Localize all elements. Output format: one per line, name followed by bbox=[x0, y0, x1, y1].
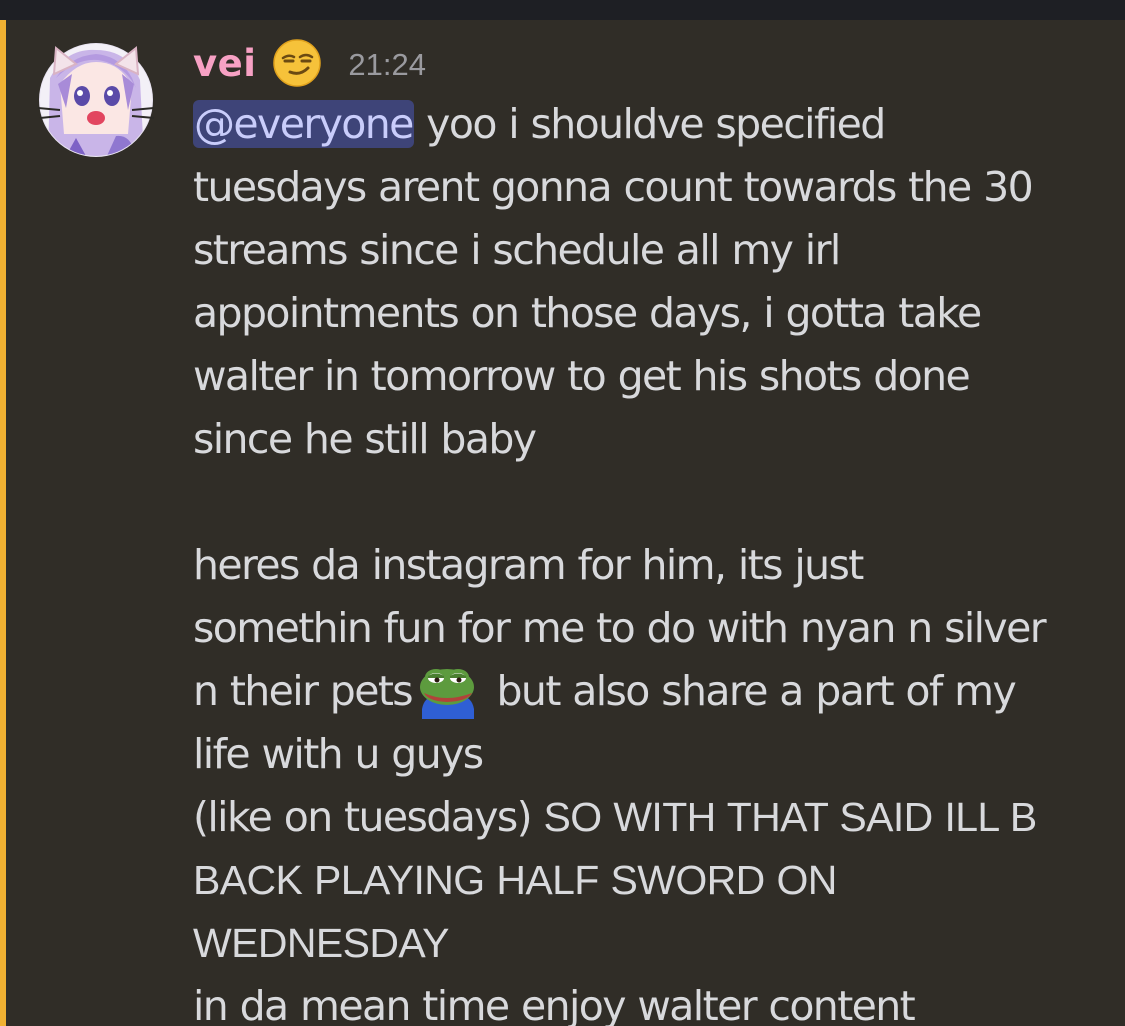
message-timestamp[interactable]: 21:24 bbox=[348, 47, 426, 83]
smirk-emoji-icon bbox=[273, 39, 322, 87]
username[interactable]: vei bbox=[193, 42, 256, 85]
mention-highlight-bar bbox=[0, 20, 6, 1026]
top-bar bbox=[0, 0, 1125, 20]
message-content: @everyone yoo i shouldve specified tuesd… bbox=[193, 93, 1103, 1026]
message-text-part-3: in da mean time enjoy walter content bbox=[193, 982, 916, 1026]
user-avatar[interactable] bbox=[36, 38, 156, 158]
message-header: vei 21:24 bbox=[193, 38, 426, 88]
everyone-mention[interactable]: @everyone bbox=[193, 100, 414, 148]
pepe-frog-emoji-icon bbox=[420, 669, 475, 719]
message-text-part-1: yoo i shouldve specified tuesdays arent … bbox=[193, 100, 1047, 715]
chat-message[interactable]: vei 21:24 @everyone yoo i shouldve speci… bbox=[0, 20, 1125, 1026]
